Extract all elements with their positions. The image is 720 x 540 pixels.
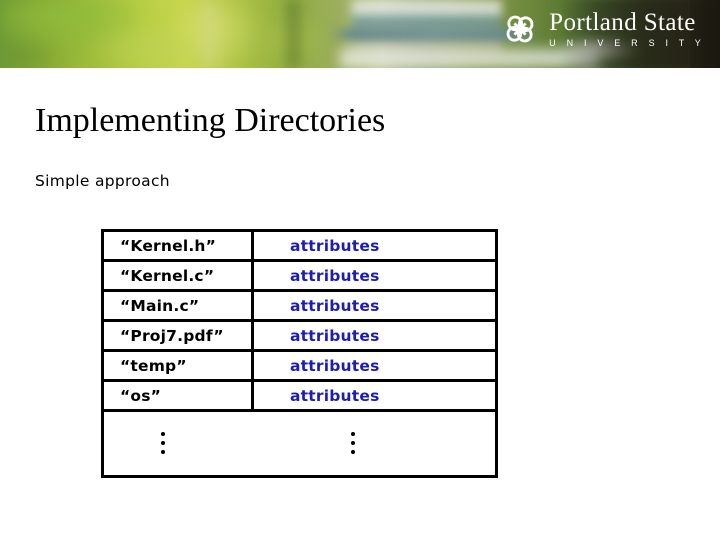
file-name-text: “Main.c”: [120, 296, 200, 315]
cell-file-name: “Main.c”: [104, 292, 254, 319]
cell-attributes: attributes: [254, 322, 495, 349]
attributes-text: attributes: [290, 266, 380, 285]
page-title: Implementing Directories: [35, 102, 386, 139]
table-row: “Kernel.h” attributes: [104, 232, 495, 262]
file-name-text: “Kernel.h”: [120, 236, 217, 255]
table-row: “Kernel.c” attributes: [104, 262, 495, 292]
cell-attributes: attributes: [254, 292, 495, 319]
file-name-text: “temp”: [120, 356, 187, 375]
cell-file-name: “Kernel.h”: [104, 232, 254, 259]
cell-attributes: attributes: [254, 232, 495, 259]
psu-knot-logo-icon: [506, 15, 534, 43]
table-row: “temp” attributes: [104, 352, 495, 382]
table-row: “os” attributes: [104, 382, 495, 412]
header-banner: Portland State U N I V E R S I T Y: [0, 0, 720, 68]
directory-table: “Kernel.h” attributes “Kernel.c” attributes…: [101, 229, 498, 478]
psu-university-label: U N I V E R S I T Y: [549, 38, 705, 48]
vertical-ellipsis-icon: [351, 428, 355, 454]
cell-file-name: “os”: [104, 382, 254, 409]
cell-attributes: attributes: [254, 262, 495, 289]
psu-name: Portland State: [549, 9, 696, 36]
attributes-text: attributes: [290, 326, 380, 345]
cell-attributes: attributes: [254, 382, 495, 409]
slide-subtitle: Simple approach: [35, 172, 170, 190]
psu-wordmark: Portland State U N I V E R S I T Y: [549, 10, 706, 48]
table-row-continuation: [104, 412, 495, 469]
cell-file-name: “Kernel.c”: [104, 262, 254, 289]
cell-file-name: “temp”: [104, 352, 254, 379]
file-name-text: “os”: [120, 386, 162, 405]
file-name-text: “Proj7.pdf”: [120, 326, 224, 345]
vertical-ellipsis-icon: [161, 428, 165, 454]
cell-file-name: “Proj7.pdf”: [104, 322, 254, 349]
file-name-text: “Kernel.c”: [120, 266, 215, 285]
table-row: “Proj7.pdf” attributes: [104, 322, 495, 352]
table-row: “Main.c” attributes: [104, 292, 495, 322]
cell-attributes-continuation: [254, 412, 495, 469]
attributes-text: attributes: [290, 236, 380, 255]
attributes-text: attributes: [290, 386, 380, 405]
attributes-text: attributes: [290, 356, 380, 375]
banner-tree-highlight: [196, 0, 222, 68]
cell-attributes: attributes: [254, 352, 495, 379]
banner-tree-shadow: [284, 0, 304, 68]
psu-logo: Portland State U N I V E R S I T Y: [500, 9, 706, 49]
attributes-text: attributes: [290, 296, 380, 315]
cell-name-continuation: [104, 412, 254, 469]
